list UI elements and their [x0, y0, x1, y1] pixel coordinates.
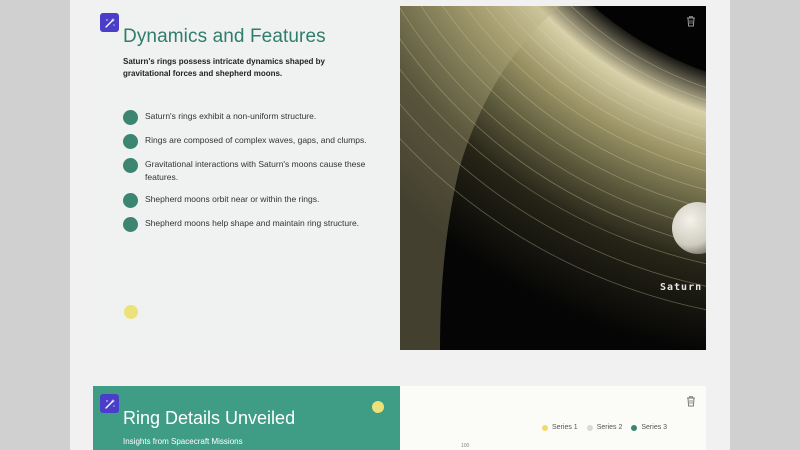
bullet-text: Rings are composed of complex waves, gap… [145, 135, 367, 145]
magic-wand-icon [104, 17, 115, 28]
bullet-dot-icon [123, 134, 138, 149]
magic-wand-button[interactable] [100, 13, 119, 32]
slide-dynamics-and-features[interactable]: Dynamics and Features Saturn's rings pos… [93, 6, 706, 350]
legend-item: Series 2 [586, 424, 623, 431]
legend-swatch [631, 424, 638, 431]
slide-title: Ring Details Unveiled [123, 408, 296, 428]
bullet-dot-icon [123, 158, 138, 173]
slide-subtitle: Saturn's rings possess intricate dynamic… [123, 57, 325, 78]
bullet-text: Saturn's rings exhibit a non-uniform str… [145, 111, 317, 121]
bullet-dot-icon [123, 217, 138, 232]
saturn-rings-image: Saturn R [400, 6, 706, 350]
bullet-text: Shepherd moons help shape and maintain r… [145, 218, 360, 228]
bullet-item: Gravitational interactions with Saturn's… [123, 158, 373, 184]
image-caption: Saturn R [660, 282, 706, 293]
bullet-dot-icon [123, 110, 138, 125]
bullet-text: Gravitational interactions with Saturn's… [145, 159, 366, 182]
slide-subtitle: Insights from Spacecraft Missions [123, 437, 243, 446]
legend-item: Series 3 [631, 424, 667, 431]
bullet-item: Saturn's rings exhibit a non-uniform str… [123, 110, 373, 125]
delete-slide-button[interactable] [685, 394, 697, 407]
legend-label: Series 3 [641, 424, 668, 431]
trash-icon [687, 396, 695, 407]
legend-label: Series 1 [552, 424, 578, 431]
bullet-item: Shepherd moons orbit near or within the … [123, 193, 373, 208]
y-axis-tick-label: 100 [461, 443, 470, 449]
saturn-rings-illustration [400, 6, 706, 350]
decorative-dot [124, 305, 138, 319]
legend-label: Series 2 [596, 424, 623, 431]
slide-ring-details-unveiled[interactable]: Ring Details Unveiled Insights from Spac… [93, 386, 706, 450]
legend-swatch [542, 424, 548, 431]
chart-legend: Series 1 Series 2 Series 3 [542, 424, 667, 431]
slide-text-panel: Dynamics and Features Saturn's rings pos… [93, 6, 400, 350]
legend-item: Series 1 [542, 424, 578, 431]
trash-icon [687, 16, 695, 27]
bullet-item: Rings are composed of complex waves, gap… [123, 134, 373, 149]
bullet-text: Shepherd moons orbit near or within the … [145, 194, 320, 204]
legend-swatch [586, 424, 593, 431]
slide-text-panel: Ring Details Unveiled Insights from Spac… [93, 386, 400, 450]
magic-wand-icon [104, 398, 115, 409]
slide-title: Dynamics and Features [123, 26, 326, 47]
bullet-dot-icon [123, 193, 138, 208]
left-gutter [0, 0, 70, 450]
right-gutter [730, 0, 800, 450]
bullet-list: Saturn's rings exhibit a non-uniform str… [123, 110, 373, 241]
magic-wand-button[interactable] [100, 394, 119, 413]
decorative-dot [372, 401, 384, 413]
bullet-item: Shepherd moons help shape and maintain r… [123, 217, 373, 232]
delete-slide-button[interactable] [685, 14, 697, 27]
